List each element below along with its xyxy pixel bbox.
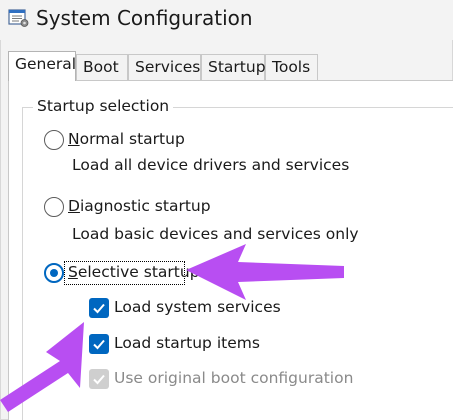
checkmark-icon bbox=[93, 374, 105, 385]
tab-services[interactable]: Services bbox=[128, 54, 201, 80]
normal-startup-label[interactable]: Normal startup bbox=[68, 130, 185, 148]
load-system-services-checkbox[interactable] bbox=[89, 298, 109, 318]
tab-boot[interactable]: Boot bbox=[76, 54, 128, 80]
normal-startup-description: Load all device drivers and services bbox=[72, 156, 350, 174]
checkmark-icon bbox=[93, 339, 105, 350]
load-startup-items-label[interactable]: Load startup items bbox=[114, 334, 260, 352]
diagnostic-startup-label[interactable]: Diagnostic startup bbox=[68, 197, 211, 215]
title-bar: System Configuration bbox=[0, 0, 453, 40]
load-system-services-label[interactable]: Load system services bbox=[114, 298, 281, 316]
tab-tools[interactable]: Tools bbox=[265, 54, 318, 80]
load-startup-items-checkbox[interactable] bbox=[89, 334, 109, 354]
selective-startup-radio[interactable] bbox=[44, 263, 64, 283]
diagnostic-startup-radio[interactable] bbox=[44, 197, 64, 217]
use-original-boot-config-label: Use original boot configuration bbox=[114, 369, 354, 387]
use-original-boot-config-checkbox bbox=[89, 369, 109, 389]
msconfig-app-icon bbox=[8, 8, 30, 28]
checkmark-icon bbox=[93, 303, 105, 314]
startup-selection-label: Startup selection bbox=[33, 97, 174, 115]
normal-startup-radio[interactable] bbox=[44, 130, 64, 150]
tab-startup[interactable]: Startup bbox=[201, 54, 266, 80]
tab-general[interactable]: General bbox=[8, 51, 76, 81]
window-title: System Configuration bbox=[36, 6, 253, 30]
diagnostic-startup-description: Load basic devices and services only bbox=[72, 225, 359, 243]
selective-startup-label[interactable]: Selective startup bbox=[68, 263, 200, 281]
